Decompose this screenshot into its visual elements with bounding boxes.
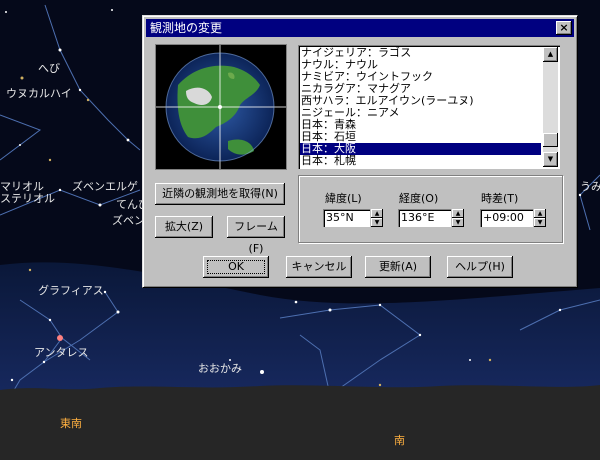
globe-view[interactable] xyxy=(155,44,287,170)
dialog-titlebar[interactable]: 観測地の変更 × xyxy=(146,19,574,37)
timezone-up-arrow[interactable]: ▲ xyxy=(534,209,546,218)
list-scrollbar[interactable]: ▲ ▼ xyxy=(543,47,558,167)
longitude-label: 経度(O) xyxy=(399,192,439,205)
direction-southeast: 東南 xyxy=(60,417,82,430)
longitude-down-arrow[interactable]: ▼ xyxy=(452,218,464,227)
sky-label-umi: うみ xyxy=(580,180,600,193)
sky-label-zuben: ズベン xyxy=(112,214,145,227)
location-list-item[interactable]: 日本：札幌 xyxy=(300,155,560,167)
scroll-thumb[interactable] xyxy=(543,133,558,147)
sky-label-graffias: グラフィアス xyxy=(38,284,104,297)
frame-button[interactable]: フレーム(F) xyxy=(227,216,285,255)
get-nearest-location-button[interactable]: 近隣の観測地を取得(N) xyxy=(155,183,285,205)
timezone-label: 時差(T) xyxy=(481,192,519,205)
dialog-title: 観測地の変更 xyxy=(150,21,223,35)
longitude-spinner[interactable]: 136°E ▲ ▼ xyxy=(398,209,464,227)
sky-label-ozhukahai: ウヌカルハイ xyxy=(6,87,72,100)
latitude-down-arrow[interactable]: ▼ xyxy=(371,218,383,227)
latitude-input[interactable]: 35°N xyxy=(323,209,370,227)
cancel-button[interactable]: キャンセル xyxy=(286,256,352,278)
timezone-input[interactable]: +09:00 xyxy=(480,209,533,227)
sky-label-hebi: へび xyxy=(38,62,60,75)
timezone-down-arrow[interactable]: ▼ xyxy=(534,218,546,227)
timezone-spinner[interactable]: +09:00 ▲ ▼ xyxy=(480,209,546,227)
latitude-up-arrow[interactable]: ▲ xyxy=(371,209,383,218)
change-location-dialog: 観測地の変更 × ナイジェリア：ラゴス ナウル：ナウル ナミビア：ウイントフック ニカ… xyxy=(142,15,578,288)
close-button[interactable]: × xyxy=(556,21,572,35)
sky-label-antares: アンタレス xyxy=(34,346,89,359)
scroll-up-button[interactable]: ▲ xyxy=(543,47,558,62)
help-button[interactable]: ヘルプ(H) xyxy=(447,256,513,278)
update-button[interactable]: 更新(A) xyxy=(365,256,431,278)
sky-label-sterior: ステリオル xyxy=(0,192,55,205)
zoom-button[interactable]: 拡大(Z) xyxy=(155,216,213,238)
location-listbox[interactable]: ナイジェリア：ラゴス ナウル：ナウル ナミビア：ウイントフック ニカラグア：マナグア西… xyxy=(298,45,560,169)
longitude-input[interactable]: 136°E xyxy=(398,209,451,227)
latitude-label: 緯度(L) xyxy=(325,192,362,205)
scroll-down-button[interactable]: ▼ xyxy=(543,152,558,167)
earth-globe-icon xyxy=(156,45,286,169)
longitude-up-arrow[interactable]: ▲ xyxy=(452,209,464,218)
ok-button[interactable]: OK xyxy=(203,256,269,278)
direction-south: 南 xyxy=(394,434,405,447)
sky-label-zubenelgenubi: ズベンエルゲ xyxy=(72,180,138,193)
sky-label-ookami: おおかみ xyxy=(198,362,242,375)
latitude-spinner[interactable]: 35°N ▲ ▼ xyxy=(323,209,383,227)
